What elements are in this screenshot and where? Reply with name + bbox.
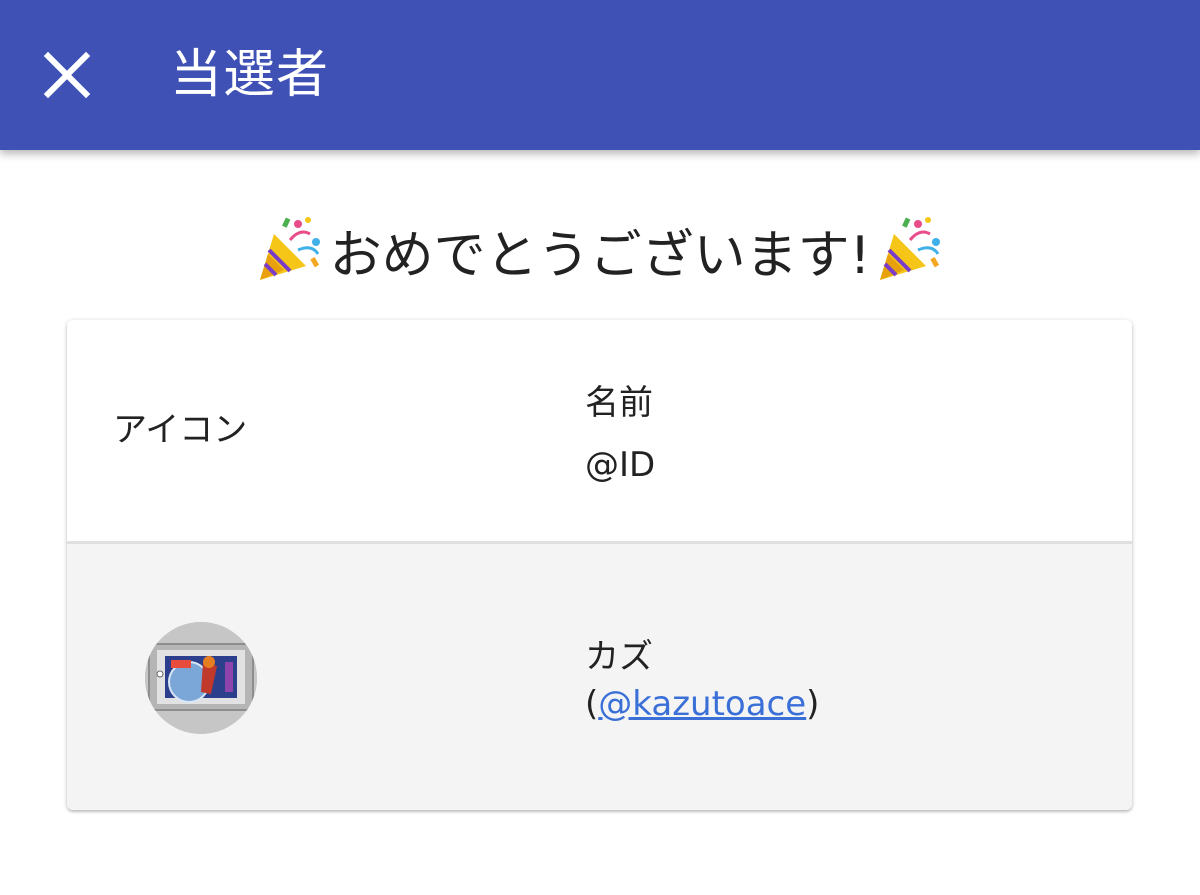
congrats-banner: おめでとうございます!: [0, 205, 1200, 295]
table-row: カズ (@kazutoace): [67, 544, 1132, 810]
party-popper-icon: [254, 214, 326, 286]
column-header-icon: アイコン: [113, 410, 248, 450]
close-button[interactable]: [30, 38, 104, 112]
winner-id-open-paren: (: [585, 684, 599, 724]
winner-id: (@kazutoace): [585, 684, 819, 724]
close-icon: [30, 38, 104, 112]
winner-id-link[interactable]: @kazutoace: [598, 684, 806, 724]
avatar: [145, 622, 257, 734]
congrats-text: おめでとうございます!: [329, 225, 871, 286]
app-bar: 当選者: [0, 0, 1200, 150]
winners-table: アイコン 名前 @ID カズ (@kazutoace): [67, 320, 1132, 810]
column-header-id: @ID: [585, 445, 656, 485]
column-header-name: 名前: [585, 383, 653, 423]
party-popper-icon: [874, 214, 946, 286]
table-header-row: アイコン 名前 @ID: [67, 320, 1132, 544]
winner-name: カズ: [585, 637, 653, 677]
winner-id-close-paren: ): [806, 684, 820, 724]
page-title: 当選者: [170, 45, 330, 105]
